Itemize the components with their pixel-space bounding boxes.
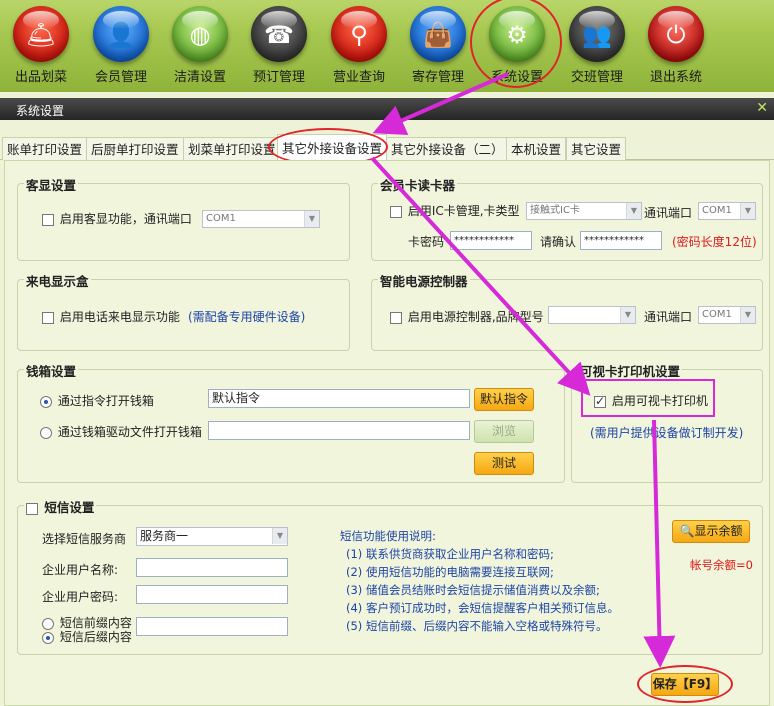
power-port-label: 通讯端口 [644,310,693,324]
radio-button[interactable] [40,426,52,439]
default-command-button[interactable]: 默认指令 [474,388,534,411]
card-confirm-label: 请确认 [540,235,577,249]
test-button[interactable]: 测试 [474,452,534,475]
sms-help-title: 短信功能使用说明: [340,529,436,543]
checkbox-box[interactable] [42,213,54,226]
magnifier-icon: ⚲ [331,6,387,62]
plate-icon: ◍ [172,6,228,62]
drawer-driver-input[interactable] [208,421,470,440]
password-length-hint: (密码长度12位) [672,235,757,249]
tab-external-devices-2[interactable]: 其它外接设备（二） [386,137,509,160]
toolbar-clean-button[interactable]: ◍ 洁清设置 [164,4,236,90]
window-titlebar: 系统设置 ✕ [0,98,774,120]
toolbar-storage-button[interactable]: 👜 寄存管理 [402,4,474,90]
sms-pass-input[interactable] [136,585,288,604]
settings-panel: 客显设置 启用客显功能，通讯端口 COM1 ▼ 会员卡读卡器 启用IC卡管理,卡类… [4,160,770,706]
sms-title-wrap: 短信设置 [24,497,97,516]
power-icon: ⏻ [648,6,704,62]
chevron-down-icon: ▼ [626,203,641,219]
cash-drawer-opt1-radio[interactable]: 通过指令打开钱箱 [40,392,154,409]
power-ctrl-title: 智能电源控制器 [378,271,470,290]
caller-id-note: (需配备专用硬件设备) [188,310,306,324]
cash-drawer-title: 钱箱设置 [24,361,79,380]
caller-id-group: 来电显示盒 启用电话来电显示功能 (需配备专用硬件设备) [17,271,350,351]
sms-help-line: (3) 储值会员结账时会短信提示储值消费以及余额; [346,583,600,597]
sms-help-line: (2) 使用短信功能的电脑需要连接互联网; [346,565,554,579]
checkbox-box[interactable] [390,205,402,218]
card-password-label: 卡密码 [408,235,445,249]
tab-dish-print[interactable]: 划菜单打印设置 [183,137,281,160]
toolbar-booking-button[interactable]: ☎ 预订管理 [243,4,315,90]
cash-drawer-group: 钱箱设置 通过指令打开钱箱 默认指令 默认指令 通过钱箱驱动文件打开钱箱 浏览 … [17,361,565,483]
show-balance-button[interactable]: 🔍显示余额 [672,520,750,543]
sms-provider-label: 选择短信服务商 [42,532,127,546]
sms-help-line: (5) 短信前缀、后缀内容不能输入空格或特殊符号。 [346,619,608,633]
tab-other[interactable]: 其它设置 [566,137,627,160]
annotation-ring-save [637,665,733,703]
main-toolbar: 🛎 出品划菜 👤 会员管理 ◍ 洁清设置 ☎ 预订管理 ⚲ 营业查询 👜 寄存管… [0,0,774,92]
radio-button[interactable] [42,631,54,644]
tab-local[interactable]: 本机设置 [506,137,567,160]
drawer-command-input[interactable]: 默认指令 [208,389,470,408]
power-ctrl-checkbox[interactable]: 启用电源控制器,品牌型号 [390,308,544,325]
sms-pass-label: 企业用户密码: [42,590,119,604]
card-type-select[interactable]: 接触式IC卡 ▼ [526,202,642,220]
card-confirm-input[interactable]: ************ [580,231,662,250]
sms-user-input[interactable] [136,558,288,577]
chevron-down-icon: ▼ [620,307,635,323]
phone-icon: ☎ [251,6,307,62]
chevron-down-icon: ▼ [304,211,319,227]
card-reader-port-label: 通讯端口 [644,206,693,220]
sms-provider-select[interactable]: 服务商一 ▼ [136,527,288,546]
card-reader-title: 会员卡读卡器 [378,175,458,194]
card-password-input[interactable]: ************ [450,231,532,250]
checkbox-box[interactable] [390,311,402,324]
sms-help-line: (4) 客户预订成功时，会短信提醒客户相关预订信息。 [346,601,619,615]
toolbar-dispatch-button[interactable]: 🛎 出品划菜 [5,4,77,90]
card-reader-checkbox[interactable]: 启用IC卡管理,卡类型 [390,202,520,219]
caller-id-title: 来电显示盒 [24,271,91,290]
customer-display-port-select[interactable]: COM1 ▼ [202,210,320,228]
visual-card-note: (需用户提供设备做订制开发) [590,426,744,440]
sms-group: 短信设置 选择短信服务商 服务商一 ▼ 企业用户名称: 企业用户密码: 短信前缀内… [17,497,763,655]
annotation-ring-settings [470,0,562,88]
power-port-select[interactable]: COM1 ▼ [698,306,756,324]
annotation-box-visual-card [581,379,715,417]
toolbar-handover-button[interactable]: 👥 交班管理 [561,4,633,90]
sms-help-line: (1) 联系供货商获取企业用户名称和密码; [346,547,554,561]
cash-drawer-opt2-radio[interactable]: 通过钱箱驱动文件打开钱箱 [40,423,202,440]
sms-suffix-radio[interactable]: 短信后缀内容 [42,628,132,645]
balance-text: 帐号余额=0 [690,558,753,572]
radio-button[interactable] [40,395,52,408]
card-reader-group: 会员卡读卡器 启用IC卡管理,卡类型 接触式IC卡 ▼ 通讯端口 COM1 ▼ 卡密… [371,175,763,261]
search-icon: 🔍 [679,524,695,538]
visual-card-title: 可视卡打印机设置 [578,361,683,380]
chevron-down-icon: ▼ [740,307,755,323]
close-icon[interactable]: ✕ [756,100,768,116]
customer-display-group: 客显设置 启用客显功能，通讯端口 COM1 ▼ [17,175,350,261]
toolbar-member-button[interactable]: 👤 会员管理 [85,4,157,90]
card-reader-port-select[interactable]: COM1 ▼ [698,202,756,220]
window-title: 系统设置 [16,104,65,118]
power-ctrl-group: 智能电源控制器 启用电源控制器,品牌型号 ▼ 通讯端口 COM1 ▼ [371,271,763,351]
checkbox-box[interactable] [42,311,54,324]
toolbar-query-button[interactable]: ⚲ 营业查询 [323,4,395,90]
customer-display-checkbox[interactable]: 启用客显功能，通讯端口 [42,210,192,227]
handover-icon: 👥 [569,6,625,62]
chevron-down-icon: ▼ [272,528,287,544]
browse-button[interactable]: 浏览 [474,420,534,443]
power-brand-select[interactable]: ▼ [548,306,636,324]
chevron-down-icon: ▼ [740,203,755,219]
bag-icon: 👜 [410,6,466,62]
tab-bill-print[interactable]: 账单打印设置 [2,137,88,160]
toolbar-exit-button[interactable]: ⏻ 退出系统 [640,4,712,90]
sms-affix-input[interactable] [136,617,288,636]
caller-id-checkbox[interactable]: 启用电话来电显示功能 [42,308,180,325]
cloche-icon: 🛎 [13,6,69,62]
sms-enable-checkbox[interactable] [26,502,38,515]
user-icon: 👤 [93,6,149,62]
sms-user-label: 企业用户名称: [42,563,119,577]
customer-display-title: 客显设置 [24,175,79,194]
tab-kitchen-print[interactable]: 后厨单打印设置 [86,137,184,160]
